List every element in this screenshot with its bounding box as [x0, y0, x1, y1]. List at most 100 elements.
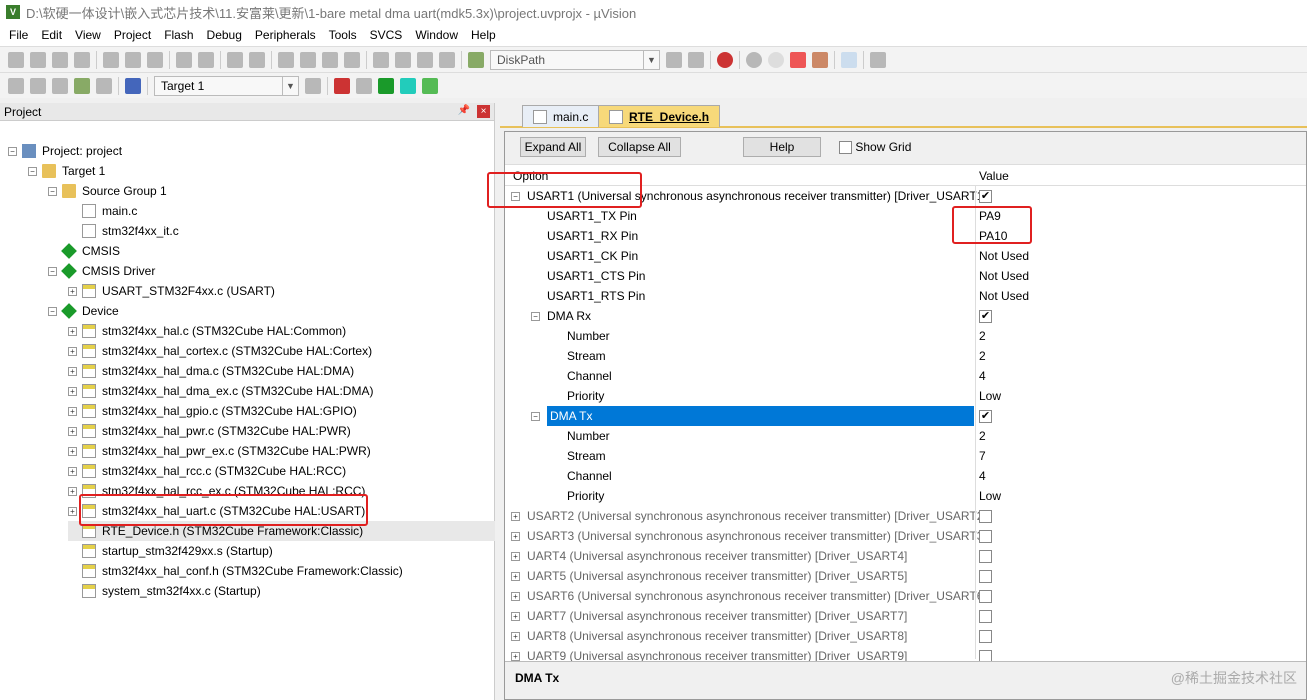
- expand-icon[interactable]: +: [511, 512, 520, 521]
- comment-icon[interactable]: [417, 51, 433, 68]
- expand-icon[interactable]: +: [68, 326, 77, 336]
- pack-installer-icon[interactable]: [422, 77, 438, 94]
- option-checkbox[interactable]: [979, 510, 992, 524]
- option-row[interactable]: Stream 2: [505, 346, 1306, 366]
- unindent-icon[interactable]: [395, 51, 411, 68]
- manage-project-icon[interactable]: [334, 77, 350, 94]
- option-row[interactable]: USART1_TX Pin PA9: [505, 206, 1306, 226]
- breakpoint-icon[interactable]: [746, 51, 762, 68]
- option-value[interactable]: Not Used: [979, 289, 1029, 303]
- paste-icon[interactable]: [147, 51, 163, 68]
- tree-item[interactable]: − Target 1: [28, 161, 105, 181]
- translate-icon[interactable]: [8, 77, 24, 94]
- expand-icon[interactable]: +: [68, 366, 77, 376]
- expand-icon[interactable]: +: [68, 386, 77, 396]
- tree-item[interactable]: CMSIS: [48, 241, 120, 261]
- show-grid-checkbox[interactable]: [839, 141, 852, 155]
- new-file-icon[interactable]: [8, 51, 24, 68]
- option-value[interactable]: Not Used: [979, 249, 1029, 263]
- option-row[interactable]: Channel 4: [505, 466, 1306, 486]
- pin-icon[interactable]: 📌: [458, 105, 470, 116]
- tab-rte-device-h[interactable]: RTE_Device.h: [598, 105, 721, 127]
- open-icon[interactable]: [30, 51, 46, 68]
- indent-icon[interactable]: [373, 51, 389, 68]
- option-checkbox[interactable]: [979, 590, 992, 604]
- find-in-files-icon[interactable]: [468, 51, 484, 68]
- expand-icon[interactable]: +: [511, 612, 520, 621]
- option-row[interactable]: USART1_RX Pin PA10: [505, 226, 1306, 246]
- menu-peripherals[interactable]: Peripherals: [250, 28, 324, 42]
- option-value[interactable]: 4: [979, 369, 986, 383]
- tree-item[interactable]: + stm32f4xx_hal_cortex.c (STM32Cube HAL:C…: [68, 341, 372, 361]
- nav-back-icon[interactable]: [227, 51, 243, 68]
- build-icon[interactable]: [30, 77, 46, 94]
- expand-icon[interactable]: +: [511, 652, 520, 661]
- option-row[interactable]: USART1_CTS Pin Not Used: [505, 266, 1306, 286]
- configure-icon[interactable]: [870, 51, 886, 68]
- tree-item[interactable]: stm32f4xx_hal_conf.h (STM32Cube Framewor…: [68, 561, 403, 581]
- option-value[interactable]: 2: [979, 329, 986, 343]
- expand-icon[interactable]: +: [68, 406, 77, 416]
- option-row[interactable]: Channel 4: [505, 366, 1306, 386]
- expand-icon[interactable]: +: [511, 572, 520, 581]
- find-icon[interactable]: [666, 51, 682, 68]
- expand-all-button[interactable]: Expand All: [520, 137, 586, 157]
- expand-icon[interactable]: +: [68, 486, 77, 496]
- expand-icon[interactable]: +: [68, 506, 77, 516]
- tree-item[interactable]: startup_stm32f429xx.s (Startup): [68, 541, 273, 561]
- select-packs-icon[interactable]: [400, 77, 416, 94]
- option-checkbox[interactable]: [979, 530, 992, 544]
- expand-icon[interactable]: +: [68, 286, 77, 296]
- target-options-icon[interactable]: [305, 77, 321, 94]
- expand-icon[interactable]: +: [68, 466, 77, 476]
- option-value[interactable]: 2: [979, 429, 986, 443]
- menu-tools[interactable]: Tools: [324, 28, 365, 42]
- option-row[interactable]: Number 2: [505, 426, 1306, 446]
- expand-icon[interactable]: +: [511, 532, 520, 541]
- option-value[interactable]: 4: [979, 469, 986, 483]
- close-icon[interactable]: ×: [477, 105, 490, 118]
- option-checkbox[interactable]: ✔: [979, 410, 992, 424]
- tree-item[interactable]: + stm32f4xx_hal_dma.c (STM32Cube HAL:DMA): [68, 361, 354, 381]
- collapse-icon[interactable]: −: [48, 266, 57, 276]
- window-layout-icon[interactable]: [841, 51, 857, 68]
- batch-build-icon[interactable]: [74, 77, 90, 94]
- incremental-find-icon[interactable]: [688, 51, 704, 68]
- collapse-icon[interactable]: −: [531, 312, 540, 321]
- breakpoint-clear-icon[interactable]: [790, 51, 806, 68]
- breakpoint-disable-icon[interactable]: [768, 51, 784, 68]
- expand-icon[interactable]: +: [511, 592, 520, 601]
- option-row[interactable]: Priority Low: [505, 486, 1306, 506]
- tree-item[interactable]: + stm32f4xx_hal_pwr.c (STM32Cube HAL:PWR): [68, 421, 351, 441]
- collapse-icon[interactable]: −: [48, 186, 57, 196]
- tree-item[interactable]: − CMSIS Driver: [48, 261, 155, 281]
- tree-item[interactable]: system_stm32f4xx.c (Startup): [68, 581, 261, 601]
- collapse-all-button[interactable]: Collapse All: [598, 137, 681, 157]
- menu-window[interactable]: Window: [410, 28, 466, 42]
- option-value[interactable]: Not Used: [979, 269, 1029, 283]
- tree-item[interactable]: + stm32f4xx_hal_gpio.c (STM32Cube HAL:GPI…: [68, 401, 357, 421]
- option-row[interactable]: + UART8 (Universal asynchronous receiver …: [505, 626, 1306, 646]
- load-icon[interactable]: [125, 77, 141, 94]
- option-row[interactable]: + UART5 (Universal asynchronous receiver …: [505, 566, 1306, 586]
- option-row[interactable]: USART1_CK Pin Not Used: [505, 246, 1306, 266]
- option-row[interactable]: − DMA Tx ✔: [505, 406, 1306, 426]
- option-row[interactable]: Number 2: [505, 326, 1306, 346]
- manage-rte-icon[interactable]: [378, 77, 394, 94]
- option-row[interactable]: Priority Low: [505, 386, 1306, 406]
- menu-debug[interactable]: Debug: [202, 28, 250, 42]
- bookmark-next-icon[interactable]: [322, 51, 338, 68]
- tree-item[interactable]: + stm32f4xx_hal_rcc.c (STM32Cube HAL:RCC): [68, 461, 346, 481]
- option-row[interactable]: + USART6 (Universal synchronous asynchron…: [505, 586, 1306, 606]
- menu-edit[interactable]: Edit: [36, 28, 70, 42]
- collapse-icon[interactable]: −: [531, 412, 540, 421]
- menu-file[interactable]: File: [4, 28, 36, 42]
- copy-icon[interactable]: [125, 51, 141, 68]
- target-select[interactable]: Target 1 ▼: [154, 75, 299, 96]
- chevron-down-icon[interactable]: ▼: [643, 50, 659, 69]
- tree-item[interactable]: + USART_STM32F4xx.c (USART): [68, 281, 275, 301]
- option-row[interactable]: + USART2 (Universal synchronous asynchron…: [505, 506, 1306, 526]
- tree-item[interactable]: + stm32f4xx_hal_pwr_ex.c (STM32Cube HAL:P…: [68, 441, 371, 461]
- stop-build-icon[interactable]: [96, 77, 112, 94]
- option-checkbox[interactable]: [979, 630, 992, 644]
